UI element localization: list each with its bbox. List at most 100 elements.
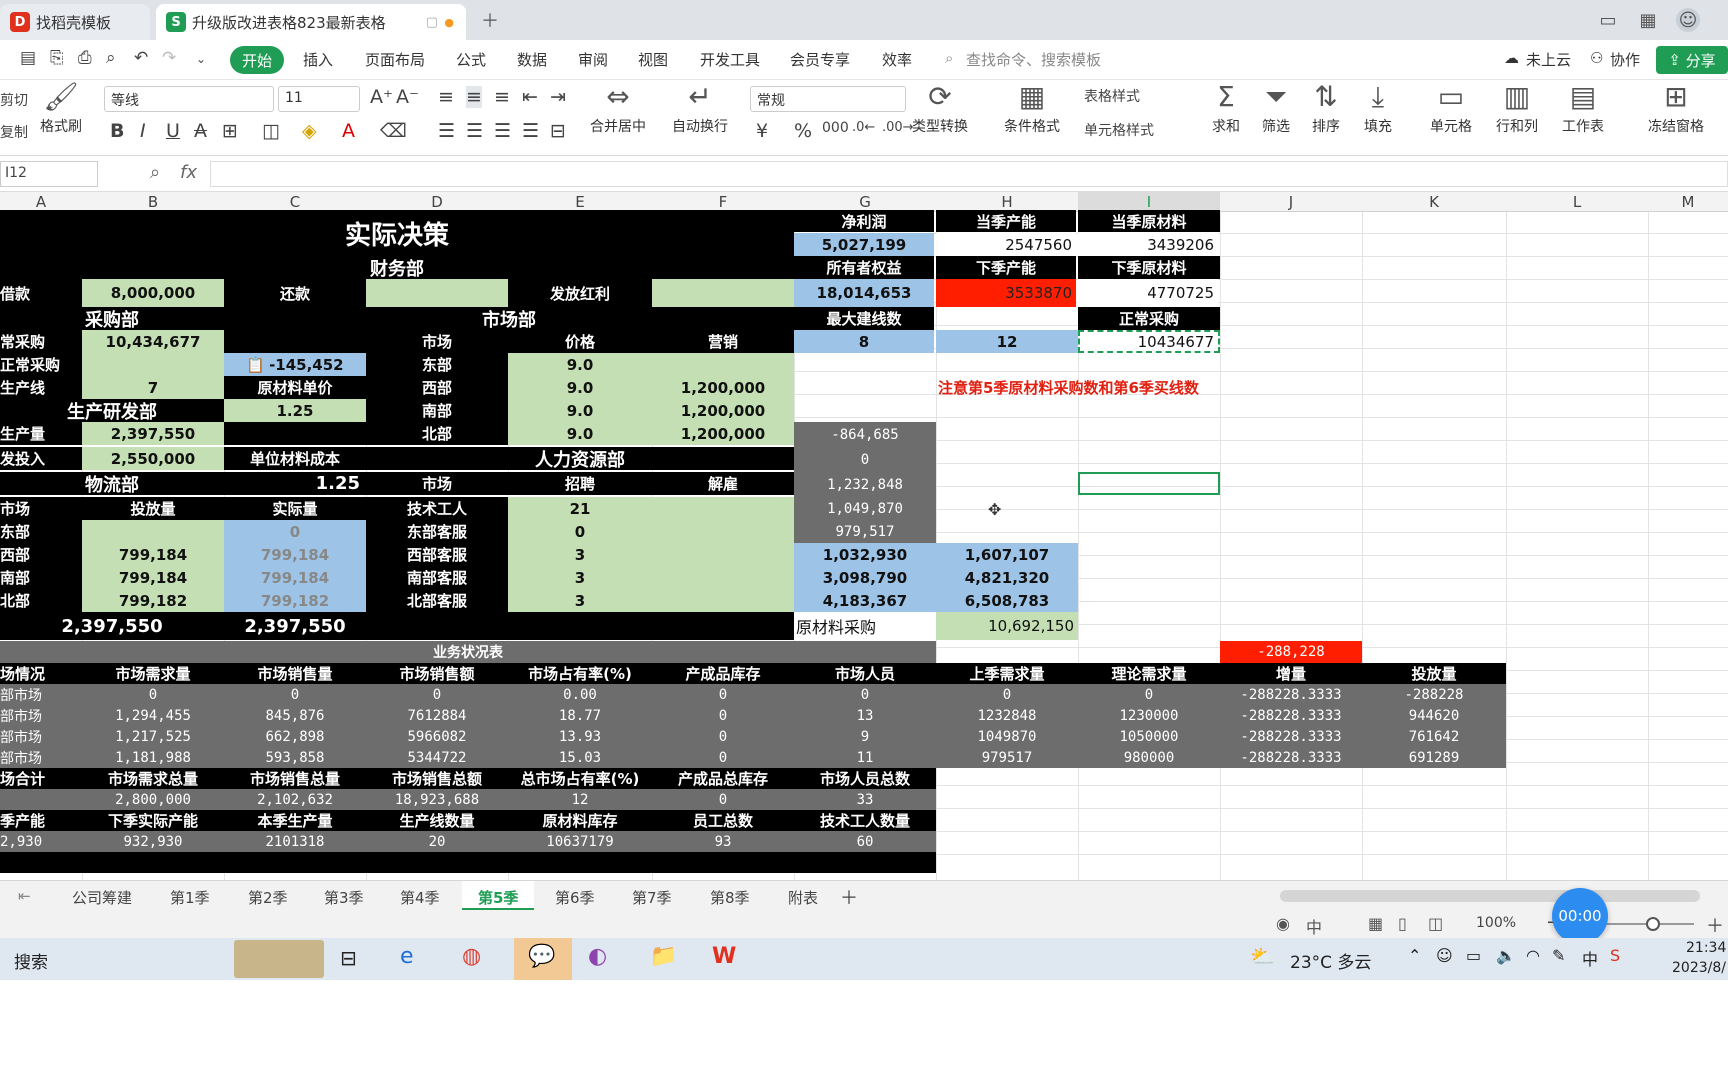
font-color-icon[interactable]: A (342, 120, 355, 142)
column-header[interactable]: D (366, 192, 508, 212)
redo-icon[interactable]: ↷ (162, 48, 176, 68)
biz-data-cell[interactable]: 980000 (1078, 747, 1220, 768)
sum-header-cell[interactable]: 总市场占有率(%) (508, 768, 652, 789)
calc-value[interactable]: 1,232,848 (794, 472, 936, 497)
rd-in-label[interactable]: 发投入 (0, 447, 82, 470)
percent-icon[interactable]: % (794, 120, 812, 142)
cap-data-cell[interactable]: 60 (794, 831, 936, 852)
tab-insert[interactable]: 插入 (303, 49, 333, 70)
repay-value[interactable] (366, 279, 508, 307)
biz-header-cell[interactable]: 产成品库存 (652, 663, 794, 684)
market-label[interactable]: 市场 (366, 330, 508, 353)
volume-icon[interactable]: 🔈 (1496, 946, 1516, 965)
column-header[interactable]: G (794, 192, 936, 212)
font-grow-icon[interactable]: A⁺ (370, 86, 393, 108)
sum-header-cell[interactable]: 市场人员总数 (794, 768, 936, 789)
sheet-tab[interactable]: 附表 (788, 887, 818, 908)
es-label[interactable]: 东部客服 (366, 520, 508, 543)
folder-icon[interactable]: 📁 (650, 944, 677, 969)
biz-data-cell[interactable]: 1050000 (1078, 726, 1220, 747)
merge-center-button[interactable]: ⇔ 合并居中 (590, 80, 646, 136)
column-header[interactable]: E (508, 192, 652, 212)
calc-value[interactable]: 3,098,790 (794, 566, 936, 589)
biz-header-cell[interactable]: 市场销售额 (366, 663, 508, 684)
biz-data-cell[interactable]: 1049870 (936, 726, 1078, 747)
name-box[interactable]: I12 (0, 161, 98, 187)
fill-color-icon[interactable]: ◈ (302, 120, 317, 142)
tab-member[interactable]: 会员专享 (790, 49, 850, 70)
ln-actual[interactable]: 799,182 (224, 589, 366, 612)
strikethrough-icon[interactable]: A (194, 120, 207, 142)
pen-icon[interactable]: ✎ (1552, 946, 1565, 965)
taskbar-search[interactable]: 搜索 (14, 948, 48, 973)
market2-label[interactable]: 市场 (366, 472, 508, 495)
sheet-tab[interactable]: 第1季 (170, 887, 210, 908)
line-label[interactable]: 生产线 (0, 376, 82, 399)
biz-data-cell[interactable]: -288228.3333 (1220, 684, 1362, 705)
column-header[interactable]: K (1362, 192, 1506, 212)
export-icon[interactable]: ⎘ (50, 48, 64, 68)
biz-data-cell[interactable]: 13.93 (508, 726, 652, 747)
cap-data-cell[interactable]: 932,930 (82, 831, 224, 852)
blank-cell[interactable] (224, 422, 366, 445)
zoom-slider-handle[interactable] (1646, 917, 1660, 931)
align-top-icon[interactable]: ≡ (438, 86, 454, 108)
chrome-icon[interactable]: ◍ (462, 944, 481, 969)
tech-fire[interactable] (652, 497, 794, 520)
ss-value[interactable]: 3 (508, 566, 652, 589)
font-size-select[interactable]: 11 (278, 86, 360, 112)
input-mode-icon[interactable]: 中 (1306, 914, 1322, 938)
market-dept-header[interactable]: 市场部 (224, 307, 794, 330)
conditional-format-button[interactable]: ▦ 条件格式 (1004, 80, 1060, 136)
command-search-input[interactable]: 查找命令、搜索模板 (966, 49, 1101, 70)
biz-data-cell[interactable]: 1,181,988 (82, 747, 224, 768)
column-header[interactable]: M (1648, 192, 1728, 212)
cur-material-value[interactable]: 3439206 (1078, 233, 1218, 256)
zoom-in-icon[interactable]: ＋ (1706, 912, 1724, 938)
unit-cost-label[interactable]: 单位材料成本 (224, 447, 366, 470)
biz-header-cell[interactable]: 理论需求量 (1078, 663, 1220, 684)
biz-data-cell[interactable]: 部市场 (0, 684, 82, 705)
biz-table-title[interactable]: 业务状况表 (0, 641, 936, 663)
share-button[interactable]: ⇪ 分享 (1656, 46, 1728, 74)
copy-button[interactable]: 复制 (0, 122, 28, 142)
biz-data-cell[interactable]: 18.77 (508, 705, 652, 726)
ls-put[interactable]: 799,184 (82, 566, 224, 589)
calc-value[interactable]: 1,032,930 (794, 543, 936, 566)
biz-data-cell[interactable]: 593,858 (224, 747, 366, 768)
biz-data-cell[interactable]: 1232848 (936, 705, 1078, 726)
calc-value[interactable]: 6,508,783 (936, 589, 1078, 612)
cap-header-cell[interactable]: 季产能 (0, 810, 82, 831)
ns-label[interactable]: 北部客服 (366, 589, 508, 612)
biz-data-cell[interactable]: 1,217,525 (82, 726, 224, 747)
lw-put[interactable]: 799,184 (82, 543, 224, 566)
browser-tab-sheet[interactable]: S 升级版改进表格823最新表格 ▢ ● (156, 4, 466, 40)
tray-app-icon[interactable]: ☺ (1436, 946, 1453, 965)
sum-data-cell[interactable]: 2,102,632 (224, 789, 366, 810)
tab-formula[interactable]: 公式 (456, 49, 486, 70)
biz-data-cell[interactable]: 979517 (936, 747, 1078, 768)
bold-icon[interactable]: B (110, 120, 124, 142)
biz-data-cell[interactable]: 0 (652, 705, 794, 726)
biz-data-cell[interactable]: 5344722 (366, 747, 508, 768)
save-icon[interactable]: ▤ (20, 48, 36, 68)
column-header[interactable]: B (82, 192, 224, 212)
ws-label[interactable]: 西部客服 (366, 543, 508, 566)
prod-value[interactable]: 2,397,550 (82, 422, 224, 445)
column-header[interactable]: C (224, 192, 366, 212)
sum-header-cell[interactable]: 产成品总库存 (652, 768, 794, 789)
north-label[interactable]: 北部 (366, 422, 508, 445)
biz-data-cell[interactable]: 0 (652, 684, 794, 705)
sheet-tab[interactable]: 第6季 (555, 887, 595, 908)
rd-in-value[interactable]: 2,550,000 (82, 447, 224, 470)
west-price[interactable]: 9.0 (508, 376, 652, 399)
decimal-increase-icon[interactable]: .0← (852, 120, 875, 135)
underline-icon[interactable]: U (166, 120, 180, 142)
put-label[interactable]: 投放量 (82, 497, 224, 520)
biz-header-cell[interactable]: 增量 (1220, 663, 1362, 684)
cap-header-cell[interactable]: 本季生产量 (224, 810, 366, 831)
column-header[interactable]: F (652, 192, 794, 212)
task-view-icon[interactable]: ⊟ (340, 946, 357, 970)
buy1-value[interactable]: 10,434,677 (82, 330, 224, 353)
west-label[interactable]: 西部 (366, 376, 508, 399)
